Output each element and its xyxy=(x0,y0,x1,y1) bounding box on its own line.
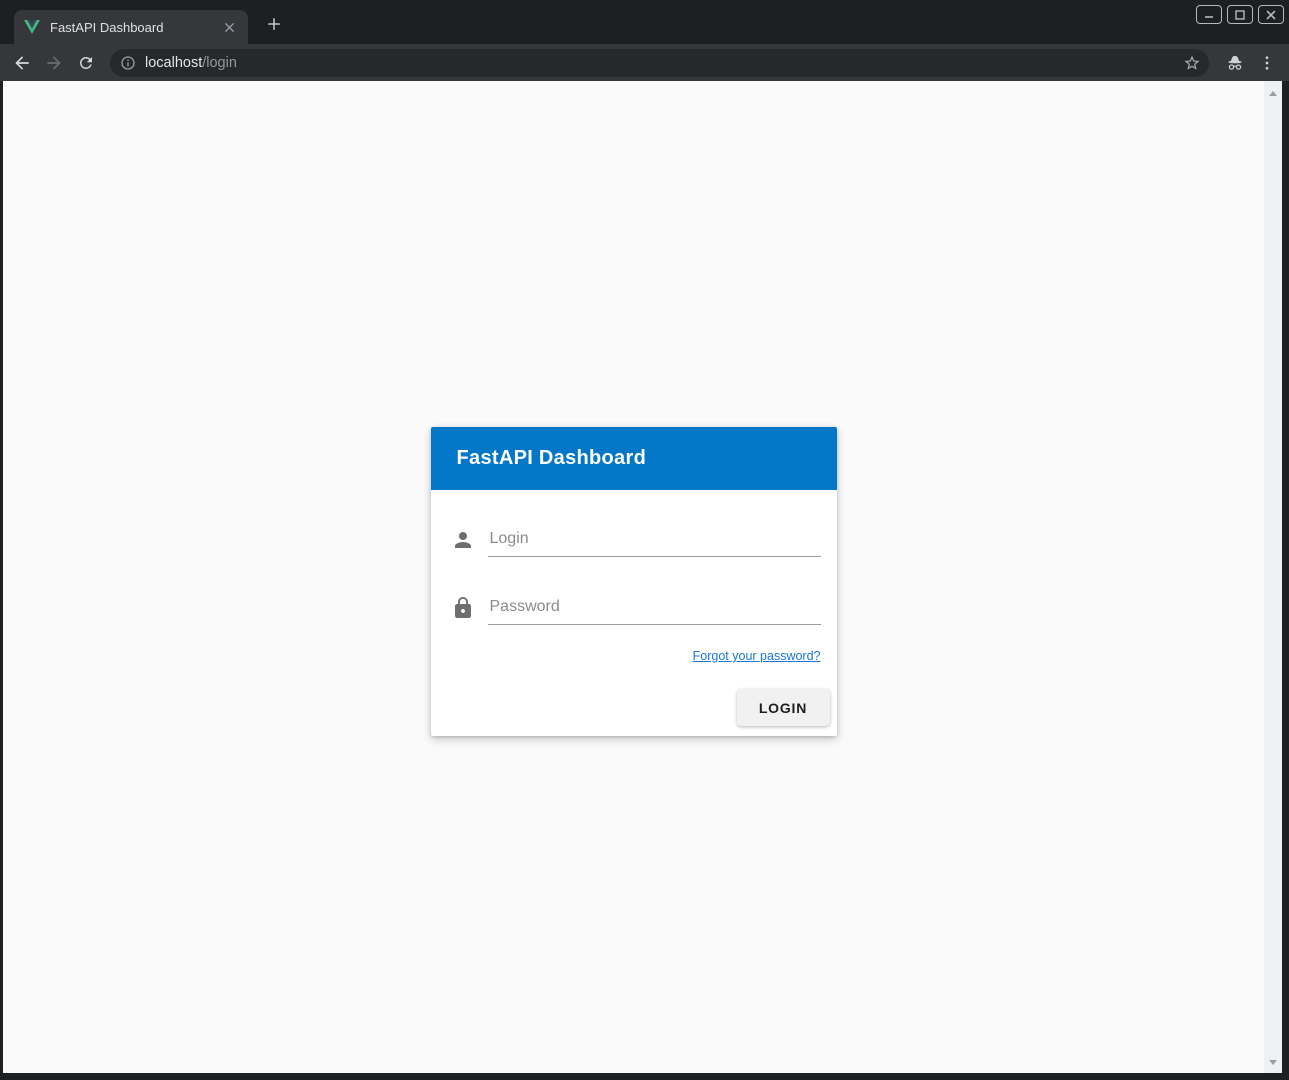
new-tab-button[interactable] xyxy=(260,10,288,38)
forgot-password-link[interactable]: Forgot your password? xyxy=(693,649,821,663)
card-title: FastAPI Dashboard xyxy=(457,447,647,470)
forward-button[interactable] xyxy=(38,47,70,79)
button-row: LOGIN xyxy=(431,689,830,726)
page-background: FastAPI Dashboard xyxy=(3,81,1264,1073)
browser-viewport: FastAPI Dashboard xyxy=(0,81,1289,1080)
login-input[interactable] xyxy=(488,530,821,557)
login-button[interactable]: LOGIN xyxy=(737,689,830,726)
navigation-toolbar: localhost/login xyxy=(0,44,1289,81)
url-path: /login xyxy=(202,55,237,71)
url-host: localhost xyxy=(145,55,202,71)
address-bar[interactable]: localhost/login xyxy=(110,49,1209,77)
browser-tab[interactable]: FastAPI Dashboard xyxy=(14,10,248,44)
login-field-row xyxy=(451,490,821,557)
password-input[interactable] xyxy=(488,598,821,625)
close-button[interactable] xyxy=(1258,5,1284,24)
url-text: localhost/login xyxy=(145,55,1174,71)
bookmark-star-icon[interactable] xyxy=(1183,54,1201,72)
minimize-button[interactable] xyxy=(1196,5,1222,24)
tab-title: FastAPI Dashboard xyxy=(50,20,220,35)
card-header: FastAPI Dashboard xyxy=(431,427,837,490)
scrollbar[interactable] xyxy=(1264,81,1282,1073)
lock-icon xyxy=(451,596,475,625)
card-body: Forgot your password? LOGIN xyxy=(431,490,837,736)
password-field-row xyxy=(451,557,821,625)
menu-button[interactable] xyxy=(1251,47,1283,79)
page-info-icon[interactable] xyxy=(120,55,136,71)
person-icon xyxy=(451,528,475,557)
vue-favicon-icon xyxy=(24,20,40,35)
tab-close-icon[interactable] xyxy=(220,18,238,36)
login-card: FastAPI Dashboard xyxy=(431,427,837,736)
back-button[interactable] xyxy=(6,47,38,79)
forgot-row: Forgot your password? xyxy=(447,647,821,665)
reload-button[interactable] xyxy=(70,47,102,79)
incognito-icon xyxy=(1219,47,1251,79)
maximize-button[interactable] xyxy=(1227,5,1253,24)
scrollbar-up-arrow[interactable] xyxy=(1269,91,1277,96)
browser-window: FastAPI Dashboard xyxy=(0,0,1289,1080)
window-controls xyxy=(1196,5,1284,24)
scrollbar-down-arrow[interactable] xyxy=(1269,1060,1277,1065)
tab-strip: FastAPI Dashboard xyxy=(0,0,1289,44)
